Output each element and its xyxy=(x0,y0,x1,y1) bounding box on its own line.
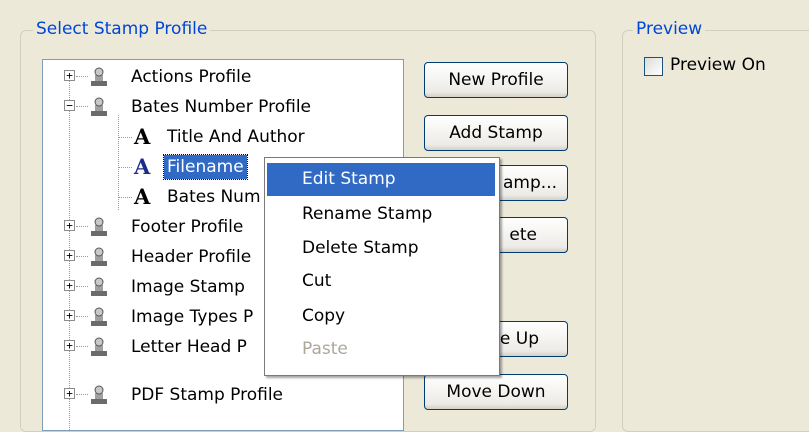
tree-item-title-and-author[interactable]: A Title And Author xyxy=(43,122,401,152)
tree-item-label: PDF Stamp Profile xyxy=(131,385,284,405)
tree-item-bates-number-profile[interactable]: − Bates Number Profile xyxy=(43,92,401,122)
menu-item-rename-stamp[interactable]: Rename Stamp xyxy=(267,198,495,231)
stamp-icon xyxy=(91,217,107,236)
tree-item-label: Title And Author xyxy=(167,127,305,147)
menu-item-delete-stamp[interactable]: Delete Stamp xyxy=(267,232,495,265)
stamp-icon xyxy=(91,385,107,404)
collapse-icon[interactable]: − xyxy=(64,100,75,111)
expand-icon[interactable]: + xyxy=(64,340,75,351)
preview-group xyxy=(622,30,809,432)
tree-item-actions-profile[interactable]: + Actions Profile xyxy=(43,62,401,92)
tree-item-label: Image Stamp xyxy=(131,277,245,297)
text-stamp-icon: A xyxy=(134,124,151,149)
tree-item-pdf-stamp-profile[interactable]: + PDF Stamp Profile xyxy=(43,380,401,410)
menu-item-copy[interactable]: Copy xyxy=(267,300,495,333)
tree-item-label: Header Profile xyxy=(131,247,252,267)
tree-item-label-selected: Filename xyxy=(163,154,248,180)
expand-icon[interactable]: + xyxy=(64,310,75,321)
menu-item-paste: Paste xyxy=(302,339,348,359)
preview-on-label[interactable]: Preview On xyxy=(670,55,766,75)
stamp-icon xyxy=(91,307,107,326)
stamp-icon xyxy=(91,67,107,86)
tree-item-label: Letter Head P xyxy=(131,337,247,357)
add-stamp-button[interactable]: Add Stamp xyxy=(424,115,568,151)
expand-icon[interactable]: + xyxy=(64,388,75,399)
expand-icon[interactable]: + xyxy=(64,70,75,81)
expand-icon[interactable]: + xyxy=(64,220,75,231)
tree-item-label: Bates Number Profile xyxy=(131,97,312,117)
expand-icon[interactable]: + xyxy=(64,280,75,291)
tree-item-label: Image Types P xyxy=(131,307,254,327)
tree-item-label: Footer Profile xyxy=(131,217,244,237)
menu-item-cut[interactable]: Cut xyxy=(267,265,495,298)
context-menu: Edit Stamp Rename Stamp Delete Stamp Cut… xyxy=(264,157,500,376)
stamp-icon xyxy=(91,97,107,116)
text-stamp-icon: A xyxy=(134,184,151,209)
stamp-icon xyxy=(91,247,107,266)
stamp-icon xyxy=(91,337,107,356)
menu-item-edit-stamp[interactable]: Edit Stamp xyxy=(267,163,495,196)
stamp-profile-group-title: Select Stamp Profile xyxy=(33,19,211,39)
text-stamp-icon: A xyxy=(134,154,151,179)
move-down-button[interactable]: Move Down xyxy=(424,374,568,410)
expand-icon[interactable]: + xyxy=(64,250,75,261)
preview-on-checkbox[interactable] xyxy=(644,57,663,76)
stamp-icon xyxy=(91,277,107,296)
tree-item-label: Bates Num xyxy=(167,187,261,207)
preview-group-title: Preview xyxy=(633,19,706,39)
new-profile-button[interactable]: New Profile xyxy=(424,62,568,98)
tree-item-label: Actions Profile xyxy=(131,67,252,87)
